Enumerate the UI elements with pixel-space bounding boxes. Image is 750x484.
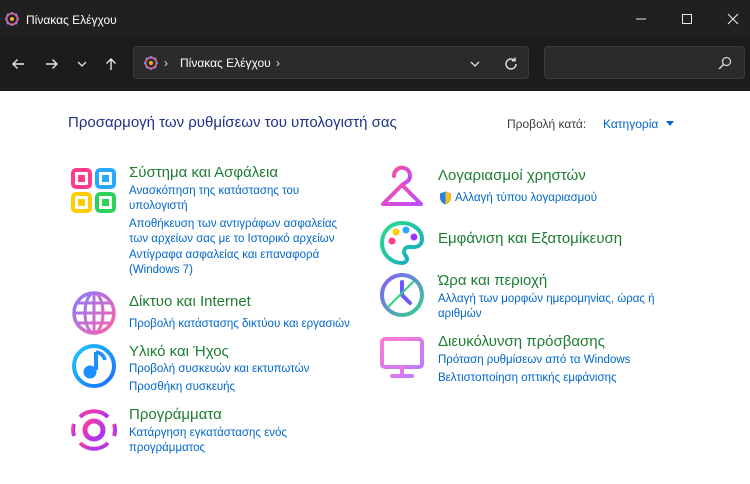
monitor-icon[interactable] [378,333,426,381]
chevron-down-icon[interactable] [467,56,483,72]
review-status-link[interactable]: Ανασκόπηση της κατάστασης του [129,183,299,199]
view-by-label: Προβολή κατά: [507,117,587,131]
hardware-sound-title[interactable]: Υλικό και Ήχος [129,343,229,360]
maximize-icon [682,14,692,24]
maximize-button[interactable] [664,0,710,38]
minimize-icon [636,18,646,20]
music-note-icon[interactable] [70,342,118,390]
backup-restore-link-cont[interactable]: (Windows 7) [129,262,193,278]
user-accounts-title[interactable]: Λογαριασμοί χρηστών [438,167,586,184]
refresh-icon[interactable] [502,55,520,73]
arrow-right-icon [46,59,58,69]
minimize-button[interactable] [618,0,664,38]
close-icon [727,13,739,25]
view-by-dropdown[interactable]: Κατηγορία [603,117,658,131]
file-history-link[interactable]: Αποθήκευση των αντιγράφων ασφαλείας [129,216,337,232]
uninstall-program-link-cont[interactable]: προγράμματος [129,440,205,456]
network-status-link[interactable]: Προβολή κατάστασης δικτύου και εργασιών [129,316,350,332]
backup-restore-link[interactable]: Αντίγραφα ασφαλείας και επαναφορά [129,247,319,263]
page-title: Προσαρμογή των ρυθμίσεων του υπολογιστή … [68,114,397,131]
clock-icon[interactable] [378,271,426,319]
palette-icon[interactable] [378,219,426,267]
up-button[interactable] [99,52,123,76]
system-security-icon[interactable] [70,167,118,215]
title-bar: Πίνακας Ελέγχου [0,0,750,38]
control-panel-icon [144,56,158,70]
change-formats-link-cont[interactable]: αριθμών [438,306,482,322]
navigation-bar: › Πίνακας Ελέγχου › [0,38,750,91]
add-device-link[interactable]: Προσθήκη συσκευής [129,379,235,395]
window-title: Πίνακας Ελέγχου [26,13,117,27]
change-formats-link[interactable]: Αλλαγή των μορφών ημερομηνίας, ώρας ή [438,291,655,307]
arrow-left-icon [12,59,24,69]
change-account-type-link[interactable]: Αλλαγή τύπου λογαριασμού [455,190,597,206]
breadcrumb-control-panel[interactable]: Πίνακας Ελέγχου [180,56,271,70]
optimize-display-link[interactable]: Βελτιστοποίηση οπτικής εμφάνισης [438,370,617,386]
programs-icon[interactable] [70,406,118,454]
recommend-settings-link[interactable]: Πρόταση ρυθμίσεων από τα Windows [438,352,630,368]
close-button[interactable] [710,0,750,38]
search-icon [718,56,732,70]
caret-down-icon[interactable] [666,121,674,126]
back-button[interactable] [6,52,30,76]
arrow-up-icon [106,58,116,70]
shield-icon [440,191,451,205]
devices-printers-link[interactable]: Προβολή συσκευών και εκτυπωτών [129,361,309,377]
file-history-link-cont[interactable]: των αρχείων σας με το Ιστορικό αρχείων [129,231,335,247]
clock-region-title[interactable]: Ώρα και περιοχή [438,272,547,289]
globe-icon[interactable] [70,289,118,337]
appearance-title[interactable]: Εμφάνιση και Εξατομίκευση [438,230,622,247]
search-input[interactable] [544,46,745,79]
review-status-link-cont[interactable]: υπολογιστή [129,198,188,214]
forward-button[interactable] [40,52,64,76]
user-accounts-icon[interactable] [378,164,426,212]
breadcrumb-chevron-icon[interactable]: › [164,56,168,70]
breadcrumb-chevron-icon[interactable]: › [276,56,280,70]
address-bar[interactable]: › Πίνακας Ελέγχου › [133,46,529,79]
recent-locations-button[interactable] [70,52,94,76]
network-internet-title[interactable]: Δίκτυο και Internet [129,293,251,310]
chevron-down-icon [77,61,87,67]
programs-title[interactable]: Προγράμματα [129,406,222,423]
system-security-title[interactable]: Σύστημα και Ασφάλεια [129,164,278,181]
uninstall-program-link[interactable]: Κατάργηση εγκατάστασης ενός [129,425,287,441]
ease-of-access-title[interactable]: Διευκόλυνση πρόσβασης [438,333,605,350]
control-panel-icon [5,12,19,26]
content-area: Προσαρμογή των ρυθμίσεων του υπολογιστή … [0,91,750,484]
